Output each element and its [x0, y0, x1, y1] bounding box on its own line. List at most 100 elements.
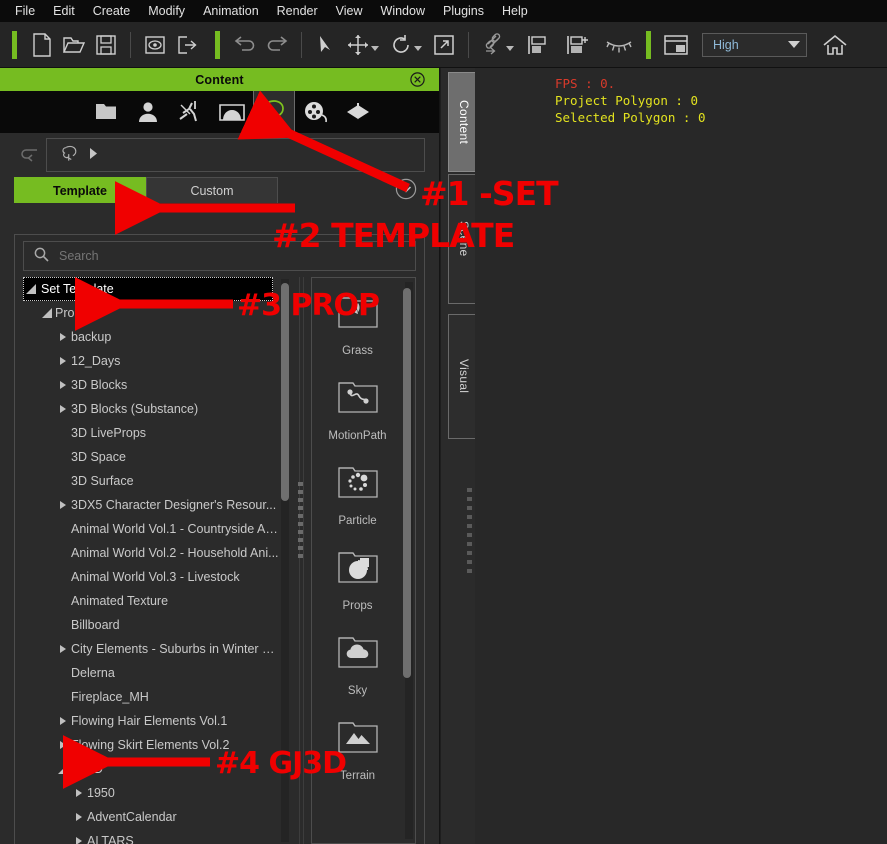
chevron-down-icon[interactable] — [55, 764, 71, 774]
export-icon[interactable] — [171, 29, 203, 61]
move-tool-icon[interactable] — [342, 29, 374, 61]
thumbnail-scrollbar-thumb[interactable] — [403, 288, 411, 678]
viewport-splitter-grip[interactable] — [467, 488, 472, 578]
quality-select[interactable]: High — [702, 32, 807, 57]
close-icon[interactable] — [410, 72, 425, 90]
chevron-right-icon[interactable] — [71, 813, 87, 821]
tree-item[interactable]: 3D Space — [23, 445, 279, 469]
save-file-icon[interactable] — [90, 29, 122, 61]
folder-tab[interactable] — [85, 91, 127, 133]
scale-tool-icon[interactable] — [428, 29, 460, 61]
breadcrumb-separator-icon[interactable] — [89, 148, 98, 162]
chevron-right-icon[interactable] — [71, 789, 87, 797]
tree-item[interactable]: Animal World Vol.1 - Countryside Ani... — [23, 517, 279, 541]
open-file-icon[interactable] — [58, 29, 90, 61]
menu-item-file[interactable]: File — [6, 1, 44, 21]
move-tool-dropdown-icon[interactable] — [371, 46, 379, 51]
tree-item[interactable]: 3D Blocks — [23, 373, 279, 397]
tree-item-label: 3D Blocks — [71, 378, 128, 392]
tree-item[interactable]: 3D LiveProps — [23, 421, 279, 445]
back-icon[interactable] — [14, 142, 46, 168]
menu-item-render[interactable]: Render — [268, 1, 327, 21]
tree-item[interactable]: backup — [23, 325, 279, 349]
set-icon — [61, 145, 79, 165]
menu-item-create[interactable]: Create — [84, 1, 140, 21]
tree-item[interactable]: 3D Blocks (Substance) — [23, 397, 279, 421]
tree-item[interactable]: Flowing Hair Elements Vol.1 — [23, 709, 279, 733]
project-polygon-readout: Project Polygon : 0 — [555, 93, 698, 108]
chevron-right-icon[interactable] — [55, 381, 71, 389]
new-file-icon[interactable] — [26, 29, 58, 61]
layout-icon[interactable] — [660, 29, 692, 61]
tree-item[interactable]: AdventCalendar — [23, 805, 279, 829]
annotation-label-2: #2 TEMPLATE — [272, 216, 515, 255]
chevron-down-icon[interactable] — [23, 284, 39, 294]
tree-item[interactable]: Delerna — [23, 661, 279, 685]
chevron-right-icon[interactable] — [55, 741, 71, 749]
tree-item[interactable]: Animated Texture — [23, 589, 279, 613]
selected-polygon-readout: Selected Polygon : 0 — [555, 110, 706, 125]
media-tab[interactable] — [295, 91, 337, 133]
chevron-right-icon[interactable] — [55, 405, 71, 413]
tree-item[interactable]: Fireplace_MH — [23, 685, 279, 709]
redo-icon[interactable] — [261, 29, 293, 61]
tree-toggle-glyph — [26, 284, 36, 294]
search-input[interactable] — [59, 249, 259, 263]
align-add-icon[interactable] — [562, 29, 594, 61]
tree-toggle-glyph — [60, 645, 66, 653]
actor-tab[interactable] — [127, 91, 169, 133]
thumbnail-item[interactable]: Props — [312, 539, 403, 612]
home-icon[interactable] — [819, 29, 851, 61]
tree-item[interactable]: Billboard — [23, 613, 279, 637]
toolbar-divider-2 — [301, 31, 302, 58]
menu-item-window[interactable]: Window — [372, 1, 434, 21]
tree-item[interactable]: Animal World Vol.2 - Household Ani... — [23, 541, 279, 565]
chevron-right-icon[interactable] — [55, 357, 71, 365]
package-tab[interactable] — [337, 91, 379, 133]
align-icon[interactable] — [522, 29, 554, 61]
chevron-right-icon[interactable] — [71, 837, 87, 844]
menu-item-view[interactable]: View — [327, 1, 372, 21]
tree-item[interactable]: 1950 — [23, 781, 279, 805]
tree-toggle-glyph — [42, 308, 52, 318]
tree-item-label: Billboard — [71, 618, 120, 632]
rotate-tool-dropdown-icon[interactable] — [414, 46, 422, 51]
expand-chevron-icon[interactable] — [395, 178, 417, 203]
link-tool-dropdown-icon[interactable] — [506, 46, 514, 51]
thumbnail-item[interactable]: MotionPath — [312, 369, 403, 442]
thumbnail-item[interactable]: Particle — [312, 454, 403, 527]
tab-template[interactable]: Template — [14, 177, 146, 203]
tree-item[interactable]: 12_Days — [23, 349, 279, 373]
tree-item[interactable]: Set Template — [23, 277, 273, 301]
stage-tab[interactable] — [211, 91, 253, 133]
tree-item[interactable]: 3D Surface — [23, 469, 279, 493]
select-tool-icon[interactable] — [310, 29, 342, 61]
menu-item-help[interactable]: Help — [493, 1, 537, 21]
tree-item-label: Fireplace_MH — [71, 690, 149, 704]
rotate-tool-icon[interactable] — [385, 29, 417, 61]
link-tool-icon[interactable] — [477, 29, 509, 61]
tree-item[interactable]: City Elements - Suburbs in Winter V... — [23, 637, 279, 661]
motion-tab[interactable] — [169, 91, 211, 133]
chevron-right-icon[interactable] — [55, 645, 71, 653]
set-tab[interactable] — [253, 91, 295, 133]
menu-item-modify[interactable]: Modify — [139, 1, 194, 21]
chevron-right-icon[interactable] — [55, 333, 71, 341]
thumbnail-scrollbar[interactable] — [403, 282, 413, 839]
menu-item-edit[interactable]: Edit — [44, 1, 84, 21]
tab-custom[interactable]: Custom — [146, 177, 278, 203]
menu-item-animation[interactable]: Animation — [194, 1, 268, 21]
preview-icon[interactable] — [139, 29, 171, 61]
tree-item[interactable]: 3DX5 Character Designer's Resour... — [23, 493, 279, 517]
chevron-down-icon[interactable] — [39, 308, 55, 318]
undo-icon[interactable] — [229, 29, 261, 61]
chevron-right-icon[interactable] — [55, 501, 71, 509]
thumbnail-item[interactable]: Sky — [312, 624, 403, 697]
eyelash-icon[interactable] — [604, 29, 634, 61]
chevron-right-icon[interactable] — [55, 717, 71, 725]
tree-item[interactable]: Animal World Vol.3 - Livestock — [23, 565, 279, 589]
menu-item-plugins[interactable]: Plugins — [434, 1, 493, 21]
tree-item[interactable]: ALTARS — [23, 829, 279, 844]
breadcrumb-path-box[interactable] — [46, 138, 425, 172]
splitter-grip[interactable] — [298, 482, 303, 562]
